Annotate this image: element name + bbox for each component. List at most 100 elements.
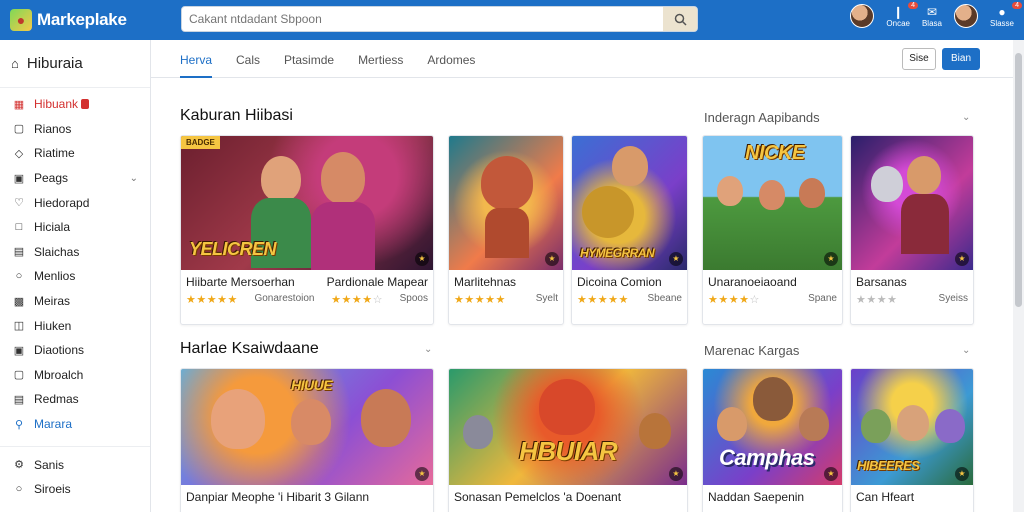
scrollbar[interactable] <box>1013 40 1024 512</box>
game-card[interactable]: ★ Barsanas ★★★★ Syeiss <box>850 135 974 325</box>
app-name: Markeplake <box>37 10 127 29</box>
sidebar-item-label: Mbroalch <box>34 367 84 382</box>
game-thumbnail: HBUIAR ★ <box>449 369 687 485</box>
section-title-trending: Marenac Kargas <box>704 343 800 358</box>
sidebar-item-label: Hiciala <box>34 220 71 235</box>
account-button[interactable]: ● 4 Slasse <box>989 1 1022 28</box>
sidebar-item-3[interactable]: ▣ Peags ⌄ <box>0 166 150 191</box>
search-button[interactable] <box>663 7 697 31</box>
chevron-down-icon[interactable]: ⌄ <box>962 112 970 123</box>
favorite-icon[interactable]: ★ <box>824 467 838 481</box>
favorite-icon[interactable]: ★ <box>824 252 838 266</box>
tag-icon: ◇ <box>14 147 24 160</box>
rating-stars: ★★★★ <box>856 294 898 306</box>
sidebar-item-label: Redmas <box>34 392 79 407</box>
game-logo: NICKE <box>745 142 805 164</box>
sidebar-title: Hiburaia <box>26 55 83 72</box>
card-meta: Syelt <box>535 293 558 304</box>
character-figure <box>481 156 533 210</box>
sidebar-item-5[interactable]: □ Hiciala <box>0 215 150 240</box>
app-logo[interactable]: ● Markeplake <box>10 9 170 31</box>
card-meta: Syeiss <box>938 293 968 304</box>
sidebar-item-1[interactable]: ▢ Rianos <box>0 117 150 142</box>
sidebar-header[interactable]: ⌂ Hiburaia <box>0 40 150 88</box>
favorite-icon[interactable]: ★ <box>669 467 683 481</box>
chart-icon: ▩ <box>13 295 25 308</box>
sidebar-item-label: Hiedorapd <box>34 195 90 210</box>
tab-2[interactable]: Ptasimde <box>284 40 334 78</box>
notifications-button[interactable]: ❙ 4 Oncae <box>886 1 918 28</box>
game-card[interactable]: HIUUE ★ Danpiar Meophe 'i Hibarit 3 Gila… <box>180 368 434 512</box>
sidebar-item-7[interactable]: ○ Menlios <box>0 264 150 289</box>
card-title: Unaranoeiaoand <box>708 275 797 289</box>
sidebar-item-12[interactable]: ▤ Redmas <box>0 387 150 412</box>
character-figure <box>935 409 965 443</box>
sidebar-footer-item-1[interactable]: ○ Siroeis <box>0 477 150 502</box>
character-figure <box>261 156 301 202</box>
account-icon: ● <box>998 4 1006 19</box>
scrollbar-thumb[interactable] <box>1015 53 1022 307</box>
character-figure <box>291 399 331 445</box>
card-title: Dicoina Comion <box>577 275 662 289</box>
game-card[interactable]: HIBEERES ★ Can Hfeart <box>850 368 974 512</box>
favorite-icon[interactable]: ★ <box>955 252 969 266</box>
sidebar-item-6[interactable]: ▤ Slaichas <box>0 240 150 265</box>
tab-0[interactable]: Herva <box>180 40 213 78</box>
tab-1[interactable]: Cals <box>236 40 260 78</box>
messages-button[interactable]: ✉ Blasa <box>922 5 942 28</box>
circle-icon: ○ <box>15 270 23 283</box>
character-figure <box>799 407 829 441</box>
sidebar-item-0[interactable]: ▦ Hibuank <box>0 92 150 117</box>
game-card[interactable]: BADGE YELICREN ★ Hiibarte Mersoerhan Par… <box>180 135 434 325</box>
card-title: Sonasan Pemelclos 'a Doenant <box>454 490 622 504</box>
favorite-icon[interactable]: ★ <box>545 252 559 266</box>
notifications-label: Oncae <box>886 18 910 28</box>
chevron-down-icon[interactable]: ⌄ <box>424 344 432 355</box>
character-figure <box>799 178 825 208</box>
sidebar-item-10[interactable]: ▣ Diaotions <box>0 338 150 363</box>
favorite-icon[interactable]: ★ <box>415 252 429 266</box>
chevron-down-icon[interactable]: ⌄ <box>962 345 970 356</box>
card-title: Hiibarte Mersoerhan <box>186 275 295 289</box>
game-card[interactable]: HYMEGRRAN ★ Dicoina Comion ★★★★★ Sbeane <box>571 135 688 325</box>
logo-icon: ● <box>10 9 32 31</box>
sidebar-item-label: Rianos <box>34 121 72 136</box>
tab-4[interactable]: Ardomes <box>427 40 475 78</box>
primary-button[interactable]: Bian <box>942 48 980 70</box>
sidebar-footer-item-0[interactable]: ⚙ Sanis <box>0 452 150 477</box>
account-label: Slasse <box>989 18 1014 28</box>
game-card[interactable]: ★ Marlitehnas ★★★★★ Syelt <box>448 135 564 325</box>
secondary-avatar[interactable] <box>953 4 978 28</box>
game-card[interactable]: HBUIAR ★ Sonasan Pemelclos 'a Doenant <box>448 368 688 512</box>
favorite-icon[interactable]: ★ <box>669 252 683 266</box>
rating-stars: ★★★★★ <box>577 294 629 306</box>
notifications-icon: ❙ <box>893 4 904 19</box>
search-icon <box>674 13 687 26</box>
sidebar-item-label: Diaotions <box>34 343 85 358</box>
messages-label: Blasa <box>921 18 942 28</box>
game-card[interactable]: NICKE ★ Unaranoeiaoand ★★★★☆ Spane <box>702 135 843 325</box>
sidebar-item-8[interactable]: ▩ Meiras <box>0 289 150 314</box>
messages-icon: ✉ <box>926 4 937 19</box>
account-badge: 4 <box>1012 1 1022 9</box>
favorite-icon[interactable]: ★ <box>415 467 429 481</box>
sidebar-item-4[interactable]: ♡ Hiedorapd <box>0 190 150 215</box>
tab-3[interactable]: Mertiess <box>358 40 403 78</box>
sidebar-item-13[interactable]: ⚲ Marara <box>0 412 150 437</box>
character-figure <box>759 180 785 210</box>
card-meta: Gonarestoion <box>254 293 315 304</box>
chevron-down-icon[interactable]: ⌄ <box>130 173 138 184</box>
card-meta: Sbeane <box>647 293 682 304</box>
golden-orb <box>582 186 634 238</box>
card-title: Marlitehnas <box>454 275 517 289</box>
user-avatar[interactable] <box>850 4 875 28</box>
sidebar-item-2[interactable]: ◇ Riatime <box>0 141 150 166</box>
game-card[interactable]: Camphas ★ Naddan Saepenin <box>702 368 843 512</box>
sidebar-item-11[interactable]: ▢ Mbroalch <box>0 363 150 388</box>
card-meta: Spane <box>808 293 837 304</box>
favorite-icon[interactable]: ★ <box>955 467 969 481</box>
sidebar-item-9[interactable]: ◫ Hiuken <box>0 313 150 338</box>
sidebar-item-label: Hibuank <box>34 97 79 112</box>
secondary-button[interactable]: Sise <box>902 48 936 70</box>
search-input[interactable] <box>182 7 663 31</box>
